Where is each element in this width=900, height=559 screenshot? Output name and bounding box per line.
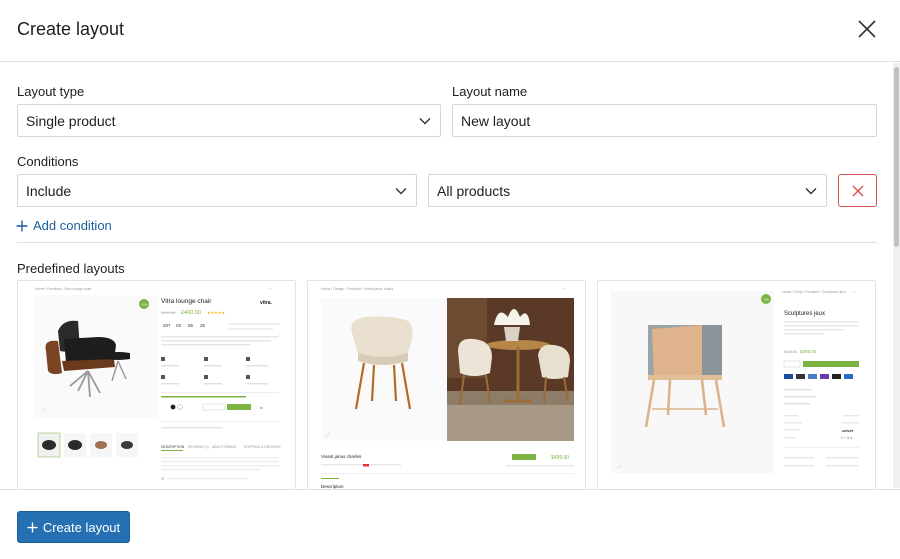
- scrollbar-thumb[interactable]: [894, 67, 899, 247]
- add-condition-link[interactable]: Add condition: [16, 218, 112, 233]
- divider: [17, 242, 877, 243]
- layout-type-label: Layout type: [17, 84, 85, 99]
- layout-type-select[interactable]: Single product: [17, 104, 441, 137]
- remove-condition-button[interactable]: [838, 174, 877, 207]
- layout-preview-thumbnail: Home / Shop / Furniture / Sculptures jeu…: [611, 289, 859, 473]
- card-price: $499.00: [551, 455, 569, 461]
- card-badge: -5%: [763, 298, 769, 302]
- svg-text:f ✓ ● ●: f ✓ ● ●: [841, 436, 852, 440]
- create-layout-button[interactable]: Create layout: [17, 511, 130, 543]
- close-icon[interactable]: [855, 17, 879, 41]
- plus-icon: [16, 220, 28, 231]
- svg-text:03: 03: [176, 323, 182, 328]
- card-badge: -20%: [140, 303, 147, 307]
- svg-text:‹ ›: ‹ ›: [562, 286, 566, 291]
- chevron-down-icon: [805, 187, 817, 194]
- add-condition-label: Add condition: [33, 218, 112, 233]
- predefined-layouts-label: Predefined layouts: [17, 261, 125, 276]
- condition-mode-select[interactable]: Include: [17, 174, 417, 207]
- layout-preview-thumbnail: Home / Furniture / Vitra lounge chair ‹ …: [35, 286, 282, 480]
- card-breadcrumb: Home / Furniture / Vitra lounge chair: [35, 287, 92, 291]
- dialog-title: Create layout: [17, 19, 125, 39]
- layout-name-input[interactable]: New layout: [452, 104, 877, 137]
- card-product-name: Vitra lounge chair: [161, 298, 212, 305]
- svg-text:♡ ⇄: ♡ ⇄: [255, 405, 264, 410]
- conditions-label: Conditions: [17, 154, 79, 169]
- card-breadcrumb: Home / Shop / Furniture / Sculptures jeu…: [782, 290, 846, 294]
- card-price: £400.00: [181, 310, 201, 316]
- card-brand: vitra.: [260, 300, 273, 306]
- svg-text:★★★★★: ★★★★★: [207, 310, 225, 315]
- chevron-down-icon: [395, 187, 407, 194]
- card-countdown: 207: [163, 323, 171, 328]
- condition-target-select[interactable]: All products: [428, 174, 827, 207]
- dialog-footer: Create layout: [0, 489, 900, 559]
- chevron-down-icon: [419, 117, 431, 124]
- svg-text:55: 55: [188, 323, 194, 328]
- card-tab: DESCRIPTION: [161, 445, 185, 449]
- predefined-layouts-list: Home / Furniture / Vitra lounge chair ‹ …: [17, 280, 877, 489]
- layout-name-value: New layout: [461, 112, 531, 129]
- card-old-price: $419.00: [784, 350, 797, 354]
- svg-text:SHIPPING & DELIVERY: SHIPPING & DELIVERY: [244, 445, 282, 449]
- card-price: $399.00: [800, 349, 817, 354]
- svg-text:‹ ›: ‹ ›: [268, 286, 272, 291]
- card-breadcrumb: Home / Design / Furniture / Vivant janus…: [321, 287, 394, 291]
- card-product-name: Sculptures jeux: [784, 311, 825, 317]
- layout-card-vivant[interactable]: Home / Design / Furniture / Vivant janus…: [307, 280, 586, 489]
- card-product-name: Vivant janus charles: [321, 454, 362, 459]
- close-icon: [852, 185, 863, 196]
- svg-text:REVIEWS (2): REVIEWS (2): [188, 445, 209, 449]
- card-old-price: £499.00: [161, 310, 176, 315]
- svg-text:ABOUT BRAND: ABOUT BRAND: [212, 445, 237, 449]
- dialog-header: Create layout: [0, 0, 900, 62]
- layout-preview-thumbnail: Home / Design / Furniture / Vivant janus…: [321, 286, 574, 489]
- scrollbar[interactable]: [893, 63, 900, 488]
- svg-text:25: 25: [200, 323, 206, 328]
- create-layout-label: Create layout: [42, 519, 121, 535]
- plus-icon: [27, 521, 38, 533]
- layout-card-sculptures[interactable]: Home / Shop / Furniture / Sculptures jeu…: [597, 280, 876, 489]
- layout-card-vitra[interactable]: Home / Furniture / Vitra lounge chair ‹ …: [17, 280, 296, 489]
- condition-mode-value: Include: [26, 182, 72, 199]
- condition-target-value: All products: [437, 182, 511, 199]
- layout-name-label: Layout name: [452, 84, 528, 99]
- card-brand: zuiver: [842, 428, 854, 433]
- layout-type-value: Single product: [26, 112, 116, 129]
- svg-text:‹ ›: ‹ ›: [852, 289, 856, 294]
